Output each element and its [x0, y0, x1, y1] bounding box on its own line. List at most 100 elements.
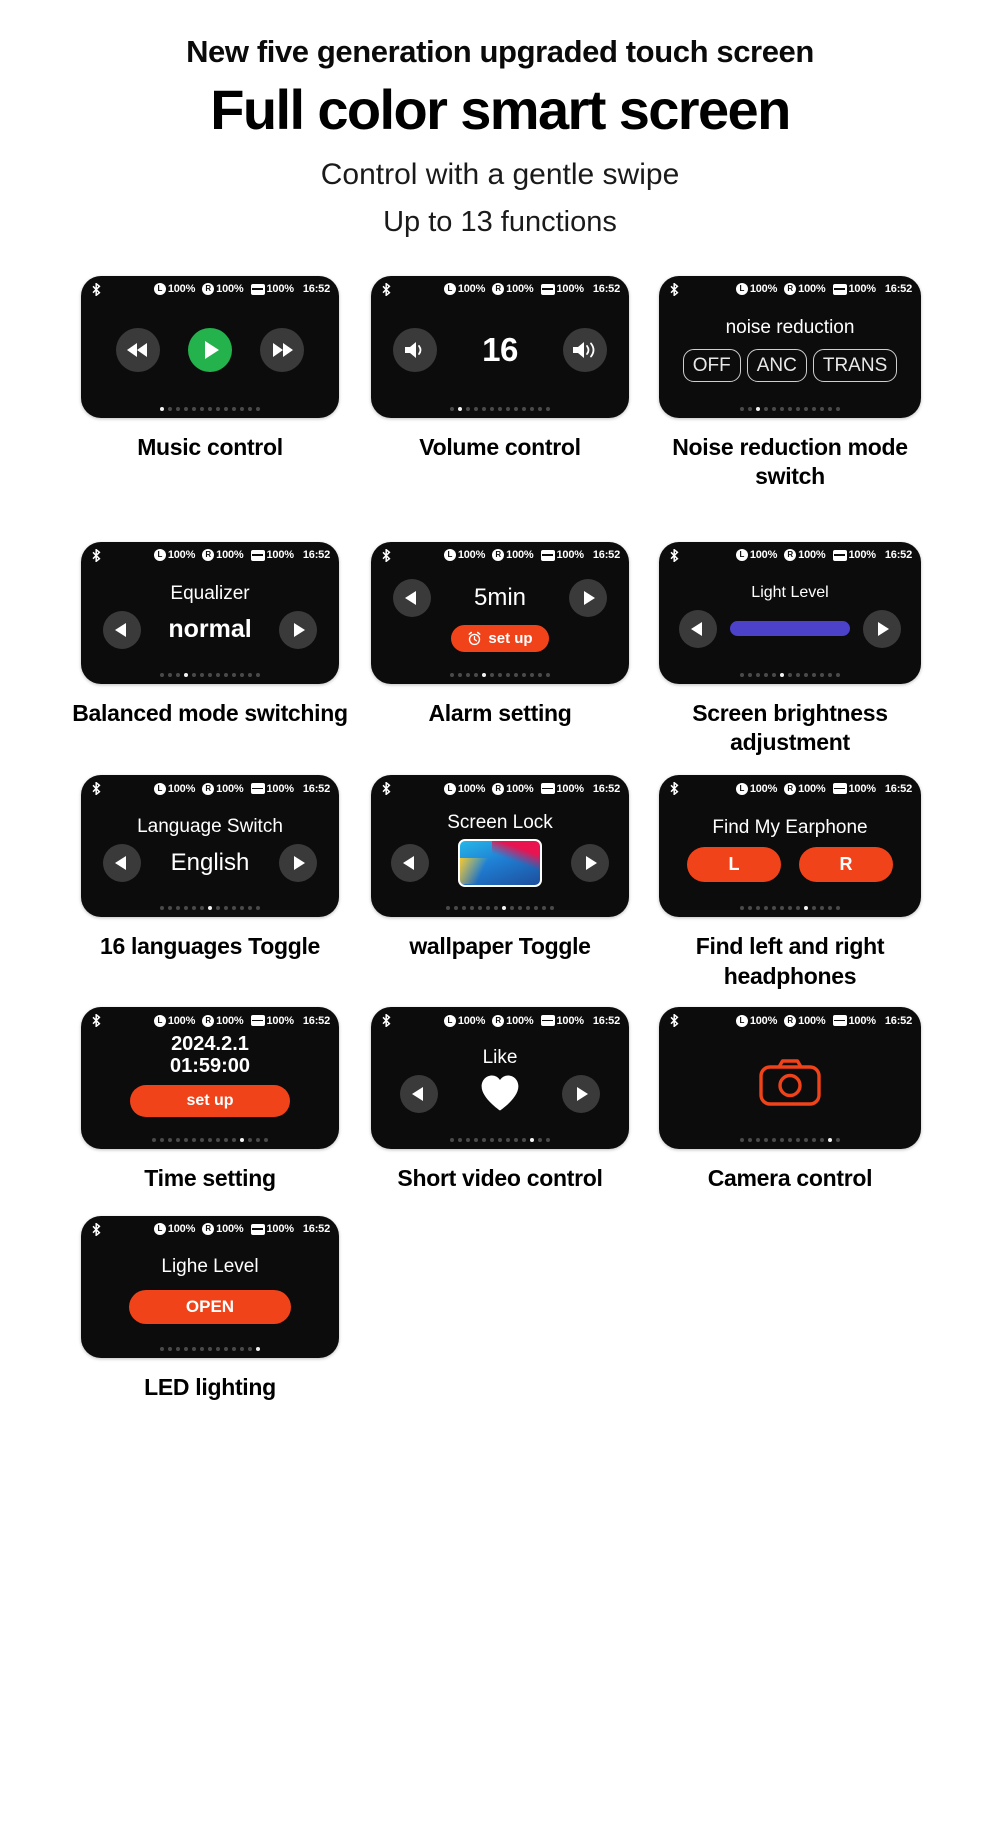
page-indicator-dots	[81, 906, 339, 911]
next-language-button[interactable]	[279, 844, 317, 883]
clock-time: 16:52	[884, 782, 912, 795]
previous-wallpaper-button[interactable]	[391, 843, 429, 882]
device-screen-equalizer[interactable]: L 100% R 100% 100% 16:52 Equalizer norma…	[81, 541, 339, 684]
like-button[interactable]	[479, 1073, 521, 1115]
left-earbud-battery: L 100%	[735, 283, 777, 296]
card-caption: Find left and right headphones	[695, 933, 885, 989]
next-wallpaper-button[interactable]	[571, 843, 609, 882]
alarm-setup-button[interactable]: set up	[451, 625, 549, 652]
equalizer-value: normal	[168, 615, 252, 643]
next-button[interactable]	[569, 579, 607, 617]
battery-icon	[832, 783, 847, 795]
right-earbud-value: 100%	[216, 782, 244, 795]
device-screen-wallpaper[interactable]: L 100% R 100% 100% 16:52 Screen Lock	[371, 775, 629, 918]
case-battery: 100%	[832, 783, 876, 795]
device-screen-led-lighting[interactable]: L 100% R 100% 100% 16:52 Lighe Level OPE…	[81, 1215, 339, 1358]
card-caption: Camera control	[707, 1165, 873, 1192]
device-screen-find-earphone[interactable]: L 100% R 100% 100% 16:52 Find My Earphon…	[659, 775, 921, 918]
play-icon	[204, 340, 219, 359]
device-screen-camera-control[interactable]: L 100% R 100% 100% 16:52	[659, 1007, 921, 1150]
page-indicator-dots	[81, 672, 339, 677]
next-video-button[interactable]	[562, 1075, 600, 1114]
brightness-slider[interactable]	[730, 621, 850, 636]
left-earbud-value: 100%	[167, 782, 196, 795]
volume-down-button[interactable]	[393, 327, 437, 372]
right-earbud-battery: R 100%	[492, 549, 534, 561]
battery-icon	[250, 1015, 265, 1027]
left-earbud-battery: L 100%	[443, 549, 485, 561]
left-earbud-value: 100%	[167, 283, 196, 296]
device-screen-volume-control[interactable]: L 100% R 100% 100% 16:52 16	[371, 275, 629, 418]
battery-icon	[832, 549, 847, 561]
left-earbud-battery: L 100%	[443, 782, 485, 795]
time-setup-button[interactable]: set up	[130, 1085, 290, 1118]
device-screen-brightness[interactable]: L 100% R 100% 100% 16:52 Light Level	[659, 541, 921, 684]
brightness-increase-button[interactable]	[863, 609, 901, 648]
battery-value: 100%	[266, 1014, 295, 1027]
case-battery: 100%	[832, 283, 876, 295]
rewind-button[interactable]	[116, 327, 160, 372]
feature-card-alarm-setting: L 100% R 100% 100% 16:52 5min set up Ala…	[355, 541, 645, 758]
feature-card-wallpaper-toggle: L 100% R 100% 100% 16:52 Screen Lock wal…	[355, 775, 645, 991]
device-screen-music-control[interactable]: L 100% R 100% 100% 16:52	[81, 275, 339, 418]
mode-anc-button[interactable]: ANC	[746, 349, 807, 383]
page-header: New five generation upgraded touch scree…	[0, 0, 1000, 240]
left-earbud-value: 100%	[457, 1014, 486, 1027]
wallpaper-preview[interactable]	[458, 838, 542, 887]
device-screen-time-setting[interactable]: L 100% R 100% 100% 16:52 2024.2.1 01:59:…	[81, 1007, 339, 1150]
right-earbud-value: 100%	[216, 1223, 244, 1236]
screen-title: noise reduction	[725, 317, 855, 339]
bluetooth-icon	[668, 548, 681, 562]
case-battery: 100%	[540, 283, 584, 295]
bluetooth-icon	[668, 1014, 681, 1028]
brightness-decrease-button[interactable]	[679, 609, 717, 648]
clock-time: 16:52	[302, 549, 330, 561]
camera-shutter-button[interactable]	[759, 1058, 821, 1106]
bluetooth-icon	[380, 282, 393, 296]
left-earbud-icon: L	[443, 1014, 456, 1027]
chevron-left-icon	[115, 622, 126, 637]
case-battery: 100%	[832, 1015, 876, 1027]
device-screen-language-switch[interactable]: L 100% R 100% 100% 16:52 Language Switch	[81, 775, 339, 918]
previous-video-button[interactable]	[400, 1075, 438, 1114]
device-screen-short-video[interactable]: L 100% R 100% 100% 16:52 Like	[371, 1007, 629, 1150]
screen-content: Equalizer normal	[81, 566, 339, 666]
previous-button[interactable]	[393, 579, 431, 617]
left-earbud-icon: L	[153, 1014, 166, 1027]
battery-icon	[250, 549, 265, 561]
feature-card-short-video: L 100% R 100% 100% 16:52 Like Short vide…	[355, 1007, 645, 1193]
clock-time: 16:52	[302, 1014, 330, 1027]
play-button[interactable]	[188, 327, 232, 372]
case-battery: 100%	[832, 549, 877, 561]
device-screen-alarm-setting[interactable]: L 100% R 100% 100% 16:52 5min set up	[371, 541, 629, 684]
language-value: English	[170, 849, 250, 877]
chevron-right-icon	[294, 856, 305, 871]
screen-title: Like	[482, 1047, 518, 1069]
next-button[interactable]	[278, 610, 317, 649]
previous-button[interactable]	[103, 610, 141, 649]
battery-value: 100%	[848, 549, 877, 561]
device-screen-noise-reduction[interactable]: L 100% R 100% 100% 16:52 noise reduction…	[659, 275, 921, 418]
find-left-button[interactable]: L	[687, 846, 781, 882]
find-right-button[interactable]: R	[799, 846, 893, 882]
battery-value: 100%	[266, 1223, 295, 1236]
forward-button[interactable]	[260, 327, 304, 372]
right-earbud-icon: R	[202, 283, 215, 296]
card-caption: Balanced mode switching	[72, 699, 348, 726]
right-earbud-value: 100%	[798, 283, 826, 296]
mode-trans-button[interactable]: TRANS	[812, 349, 898, 383]
left-earbud-icon: L	[735, 549, 748, 561]
case-battery: 100%	[540, 1015, 584, 1027]
battery-icon	[540, 1015, 555, 1027]
mode-off-button[interactable]: OFF	[682, 349, 741, 383]
previous-language-button[interactable]	[103, 844, 141, 883]
card-caption: Alarm setting	[428, 699, 572, 726]
status-bar: L 100% R 100% 100% 16:52	[81, 282, 339, 296]
right-earbud-value: 100%	[506, 549, 534, 561]
led-open-button[interactable]: OPEN	[129, 1289, 291, 1324]
right-earbud-value: 100%	[798, 782, 826, 795]
left-earbud-value: 100%	[167, 1223, 196, 1236]
volume-up-button[interactable]	[563, 327, 607, 372]
status-bar: L 100% R 100% 100% 16:52	[371, 782, 629, 796]
left-earbud-battery: L 100%	[153, 1014, 195, 1027]
